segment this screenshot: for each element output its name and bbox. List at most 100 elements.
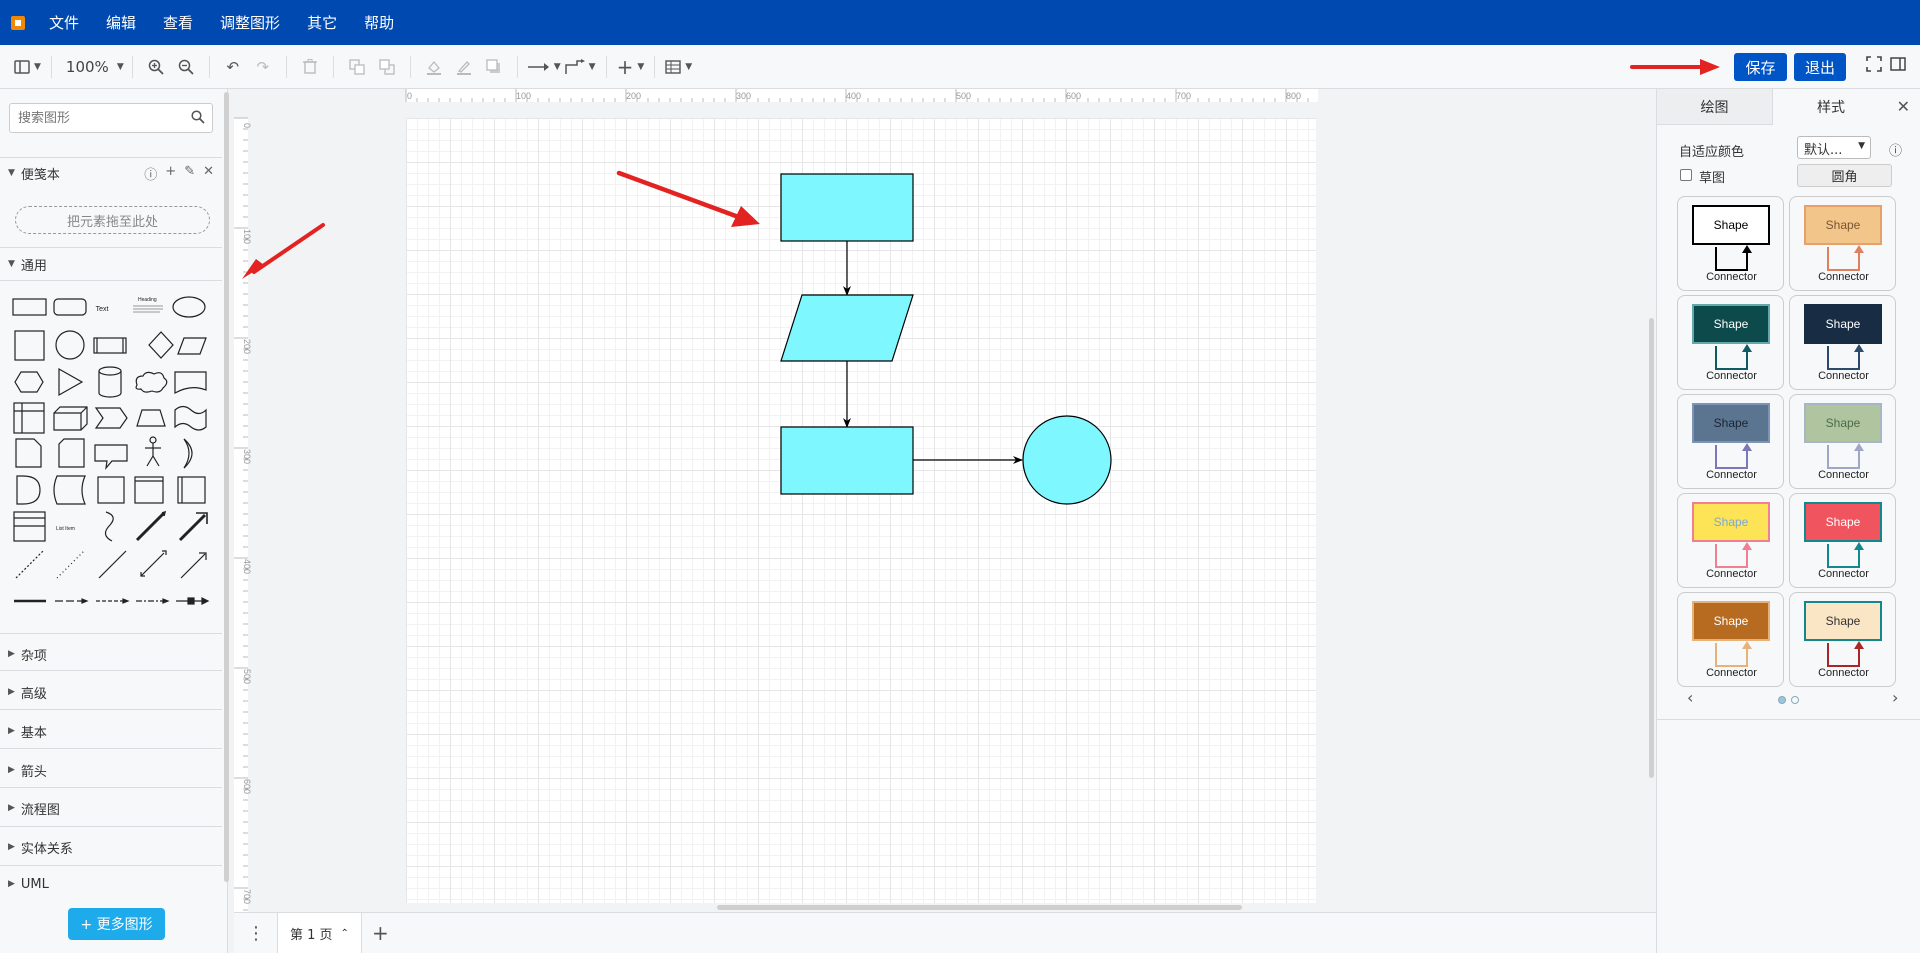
add-icon[interactable]: + — [165, 164, 176, 183]
zoom-level[interactable]: 100% — [66, 58, 109, 76]
prev-page-icon[interactable]: ‹ — [1687, 688, 1693, 707]
shape-directional — [180, 553, 206, 579]
style-shape-label: Shape — [1804, 502, 1882, 542]
table-icon[interactable]: ▼ — [665, 52, 692, 82]
to-back-icon[interactable] — [374, 52, 400, 82]
section-scratchpad[interactable]: ▼ 便笺本 ⓘ + ✎ ✕ — [0, 158, 222, 188]
style-preset-10[interactable]: Shape Connector — [1789, 592, 1896, 687]
style-preset-2[interactable]: Shape Connector — [1789, 196, 1896, 291]
style-preset-7[interactable]: Shape Connector — [1677, 493, 1784, 588]
scratchpad-dropzone[interactable]: 把元素拖至此处 — [15, 206, 210, 234]
expand-triangle-icon: ▶ — [8, 803, 15, 813]
style-shape-label: Shape — [1692, 403, 1770, 443]
shadow-icon[interactable] — [481, 52, 507, 82]
shape-or — [183, 438, 193, 469]
canvas-h-scrollbar[interactable] — [717, 905, 1242, 910]
rounded-button[interactable]: 圆角 — [1797, 164, 1892, 187]
shape-data-storage — [53, 475, 86, 505]
flow-rect-1 — [780, 173, 914, 242]
style-preset-8[interactable]: Shape Connector — [1789, 493, 1896, 588]
shape-process — [93, 337, 127, 354]
basic-label: 基本 — [20, 725, 47, 741]
fullscreen-icon[interactable] — [1866, 56, 1882, 76]
section-flowchart[interactable]: ▶ 流程图 — [0, 793, 222, 823]
page-dot-active[interactable] — [1778, 696, 1786, 704]
style-preset-1[interactable]: Shape Connector — [1677, 196, 1784, 291]
section-basic[interactable]: ▶ 基本 — [0, 716, 222, 746]
general-shapes-palette[interactable]: Text Heading List Item — [10, 285, 215, 620]
shape-actor — [149, 436, 157, 444]
close-panel-icon[interactable]: ✕ — [1897, 97, 1910, 116]
flowchart-label: 流程图 — [20, 802, 60, 818]
undo-icon[interactable]: ↶ — [220, 52, 246, 82]
section-uml[interactable]: ▶ UML — [0, 869, 222, 899]
search-shapes-input[interactable] — [9, 103, 213, 133]
style-shape-label: Shape — [1804, 205, 1882, 245]
style-preset-3[interactable]: Shape Connector — [1677, 295, 1784, 390]
close-icon[interactable]: ✕ — [203, 164, 214, 183]
save-button[interactable]: 保存 — [1734, 53, 1787, 81]
section-arrows[interactable]: ▶ 箭头 — [0, 755, 222, 785]
menu-file[interactable]: 文件 — [49, 12, 79, 33]
menu-arrange[interactable]: 调整图形 — [220, 12, 280, 33]
redo-icon[interactable]: ↷ — [250, 52, 276, 82]
style-preset-6[interactable]: Shape Connector — [1789, 394, 1896, 489]
pages-menu-icon[interactable]: ⋮ — [247, 923, 265, 944]
to-front-icon[interactable] — [344, 52, 370, 82]
style-shape-label: Shape — [1804, 403, 1882, 443]
format-panel-toggle-icon[interactable] — [1890, 56, 1906, 76]
canvas-v-scrollbar[interactable] — [1649, 318, 1654, 778]
fill-color-icon[interactable] — [421, 52, 447, 82]
zoom-in-icon[interactable] — [143, 52, 169, 82]
section-entity-relation[interactable]: ▶ 实体关系 — [0, 832, 222, 862]
app-logo-icon — [11, 15, 25, 30]
page-bar: ⋮ 第 1 页 ⌃ + — [234, 912, 1656, 953]
style-presets-grid: Shape Connector Shape Connector Shape Connect… — [1677, 196, 1899, 687]
menu-view[interactable]: 查看 — [163, 12, 193, 33]
next-page-icon[interactable]: › — [1892, 688, 1898, 707]
search-icon[interactable] — [191, 110, 205, 128]
style-connector-label: Connector — [1706, 271, 1757, 283]
help-icon[interactable]: ⓘ — [144, 164, 157, 183]
page-dot[interactable] — [1791, 696, 1799, 704]
connection-icon[interactable]: ▼ — [527, 52, 561, 82]
canvas-area[interactable]: 0 100 200 300 400 500 600 700 800 0 100 … — [234, 89, 1656, 912]
shape-trapezoid — [136, 409, 166, 427]
section-misc[interactable]: ▶ 杂项 — [0, 639, 222, 669]
chevron-up-icon[interactable]: ⌃ — [341, 928, 349, 939]
help-icon[interactable]: ⓘ — [1889, 140, 1902, 159]
page-tab-1[interactable]: 第 1 页 ⌃ — [277, 912, 362, 953]
menu-extras[interactable]: 其它 — [307, 12, 337, 33]
arrows-label: 箭头 — [20, 764, 47, 780]
edit-icon[interactable]: ✎ — [184, 164, 195, 183]
section-advanced[interactable]: ▶ 高级 — [0, 677, 222, 707]
shape-tape — [174, 405, 207, 431]
tab-style[interactable]: 样式 — [1773, 89, 1889, 125]
insert-icon[interactable]: + ▼ — [617, 52, 645, 82]
zoom-caret-icon[interactable]: ▼ — [117, 62, 124, 72]
adaptive-color-select[interactable]: 默认... ▼ — [1797, 136, 1871, 159]
exit-button[interactable]: 退出 — [1794, 53, 1846, 81]
section-general[interactable]: ▼ 通用 — [0, 249, 222, 279]
menu-edit[interactable]: 编辑 — [106, 12, 136, 33]
style-shape-label: Shape — [1804, 601, 1882, 641]
waypoints-icon[interactable]: ▼ — [564, 52, 596, 82]
shape-cloud — [135, 371, 168, 393]
style-preset-5[interactable]: Shape Connector — [1677, 394, 1784, 489]
menu-help[interactable]: 帮助 — [364, 12, 394, 33]
sketch-label: 草图 — [1699, 171, 1726, 186]
more-shapes-button[interactable]: + 更多图形 — [68, 908, 165, 940]
sidebar-scrollbar[interactable] — [224, 92, 229, 882]
style-connector-label: Connector — [1706, 370, 1757, 382]
style-preset-4[interactable]: Shape Connector — [1789, 295, 1896, 390]
delete-icon[interactable] — [297, 52, 323, 82]
add-page-icon[interactable]: + — [372, 921, 389, 945]
zoom-out-icon[interactable] — [173, 52, 199, 82]
line-color-icon[interactable] — [451, 52, 477, 82]
advanced-label: 高级 — [20, 686, 47, 702]
tab-diagram[interactable]: 绘图 — [1657, 89, 1773, 125]
sidebar-toggle-icon[interactable]: ▼ — [14, 52, 41, 82]
sketch-checkbox[interactable] — [1680, 169, 1692, 181]
style-preset-9[interactable]: Shape Connector — [1677, 592, 1784, 687]
diagram-svg[interactable] — [234, 89, 1656, 912]
